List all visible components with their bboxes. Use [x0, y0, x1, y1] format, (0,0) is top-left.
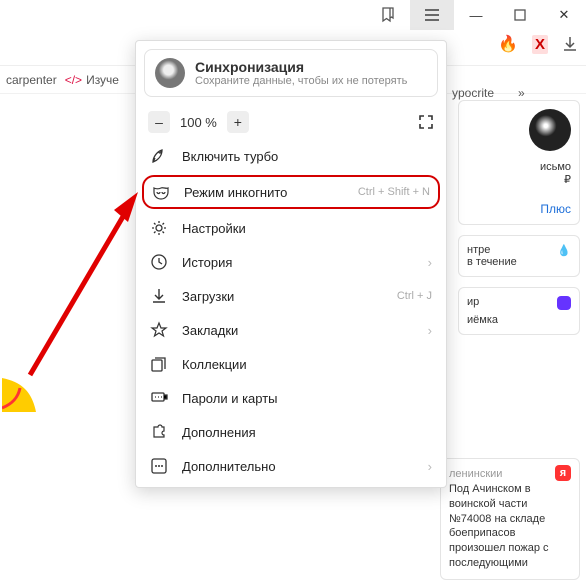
chevron-right-icon: › [428, 323, 432, 338]
bookmark-item[interactable]: carpenter [6, 73, 57, 87]
zoom-value: 100 % [180, 115, 217, 130]
download-icon [150, 287, 168, 305]
annotation-arrow [10, 180, 140, 380]
menu-turbo[interactable]: Включить турбо [136, 139, 446, 173]
downloads-icon[interactable] [562, 36, 578, 52]
chevron-right-icon: › [428, 459, 432, 474]
star-icon [150, 321, 168, 339]
menu-addons[interactable]: Дополнения [136, 415, 446, 449]
main-menu: Синхронизация Сохраните данные, чтобы их… [135, 40, 447, 488]
menu-history[interactable]: История › [136, 245, 446, 279]
history-icon [150, 253, 168, 271]
sync-banner[interactable]: Синхронизация Сохраните данные, чтобы их… [144, 49, 438, 97]
bookmarks-overflow[interactable]: » [518, 86, 525, 100]
profile-widget[interactable]: исьмо ₽ Плюс [458, 100, 580, 225]
menu-downloads[interactable]: Загрузки Ctrl + J [136, 279, 446, 313]
avatar [529, 109, 571, 151]
bookmark-item[interactable]: </> Изуче [65, 73, 119, 87]
plus-link[interactable]: Плюс [467, 202, 571, 216]
maximize-button[interactable] [498, 0, 542, 30]
news-card[interactable]: я ленинскии Под Ачинском в воинской част… [440, 458, 580, 580]
drop-icon: 💧 [557, 244, 571, 258]
news-badge-icon: я [555, 465, 571, 481]
app-widget[interactable]: ир иёмка [458, 287, 580, 335]
menu-passwords[interactable]: Пароли и карты [136, 381, 446, 415]
more-icon [150, 457, 168, 475]
shortcut-label: Ctrl + Shift + N [358, 186, 430, 198]
extension-x-icon[interactable]: X [532, 35, 548, 54]
menu-collections[interactable]: Коллекции [136, 347, 446, 381]
zoom-in-button[interactable]: + [227, 111, 249, 133]
minimize-button[interactable]: — [454, 0, 498, 30]
chevron-right-icon: › [428, 255, 432, 270]
collections-icon [150, 355, 168, 373]
extension-hot-icon[interactable]: 🔥 [498, 34, 518, 54]
gear-icon [150, 219, 168, 237]
key-icon [150, 389, 168, 407]
bookmark-item[interactable]: ypocrite [452, 86, 494, 100]
close-button[interactable]: ✕ [542, 0, 586, 30]
menu-settings[interactable]: Настройки [136, 211, 446, 245]
hamburger-menu-button[interactable] [410, 0, 454, 30]
mask-icon [152, 183, 170, 201]
menu-incognito[interactable]: Режим инкогнито Ctrl + Shift + N [142, 175, 440, 209]
fullscreen-icon[interactable] [418, 114, 434, 130]
yandex-logo [2, 378, 36, 412]
rocket-icon [150, 147, 168, 165]
zoom-out-button[interactable]: – [148, 111, 170, 133]
sync-avatar-icon [155, 58, 185, 88]
menu-more[interactable]: Дополнительно › [136, 449, 446, 483]
puzzle-icon [150, 423, 168, 441]
app-icon [557, 296, 571, 310]
weather-widget[interactable]: 💧 нтре в течение [458, 235, 580, 277]
menu-bookmarks[interactable]: Закладки › [136, 313, 446, 347]
bookmark-page-icon[interactable] [366, 0, 410, 30]
shortcut-label: Ctrl + J [397, 290, 432, 302]
